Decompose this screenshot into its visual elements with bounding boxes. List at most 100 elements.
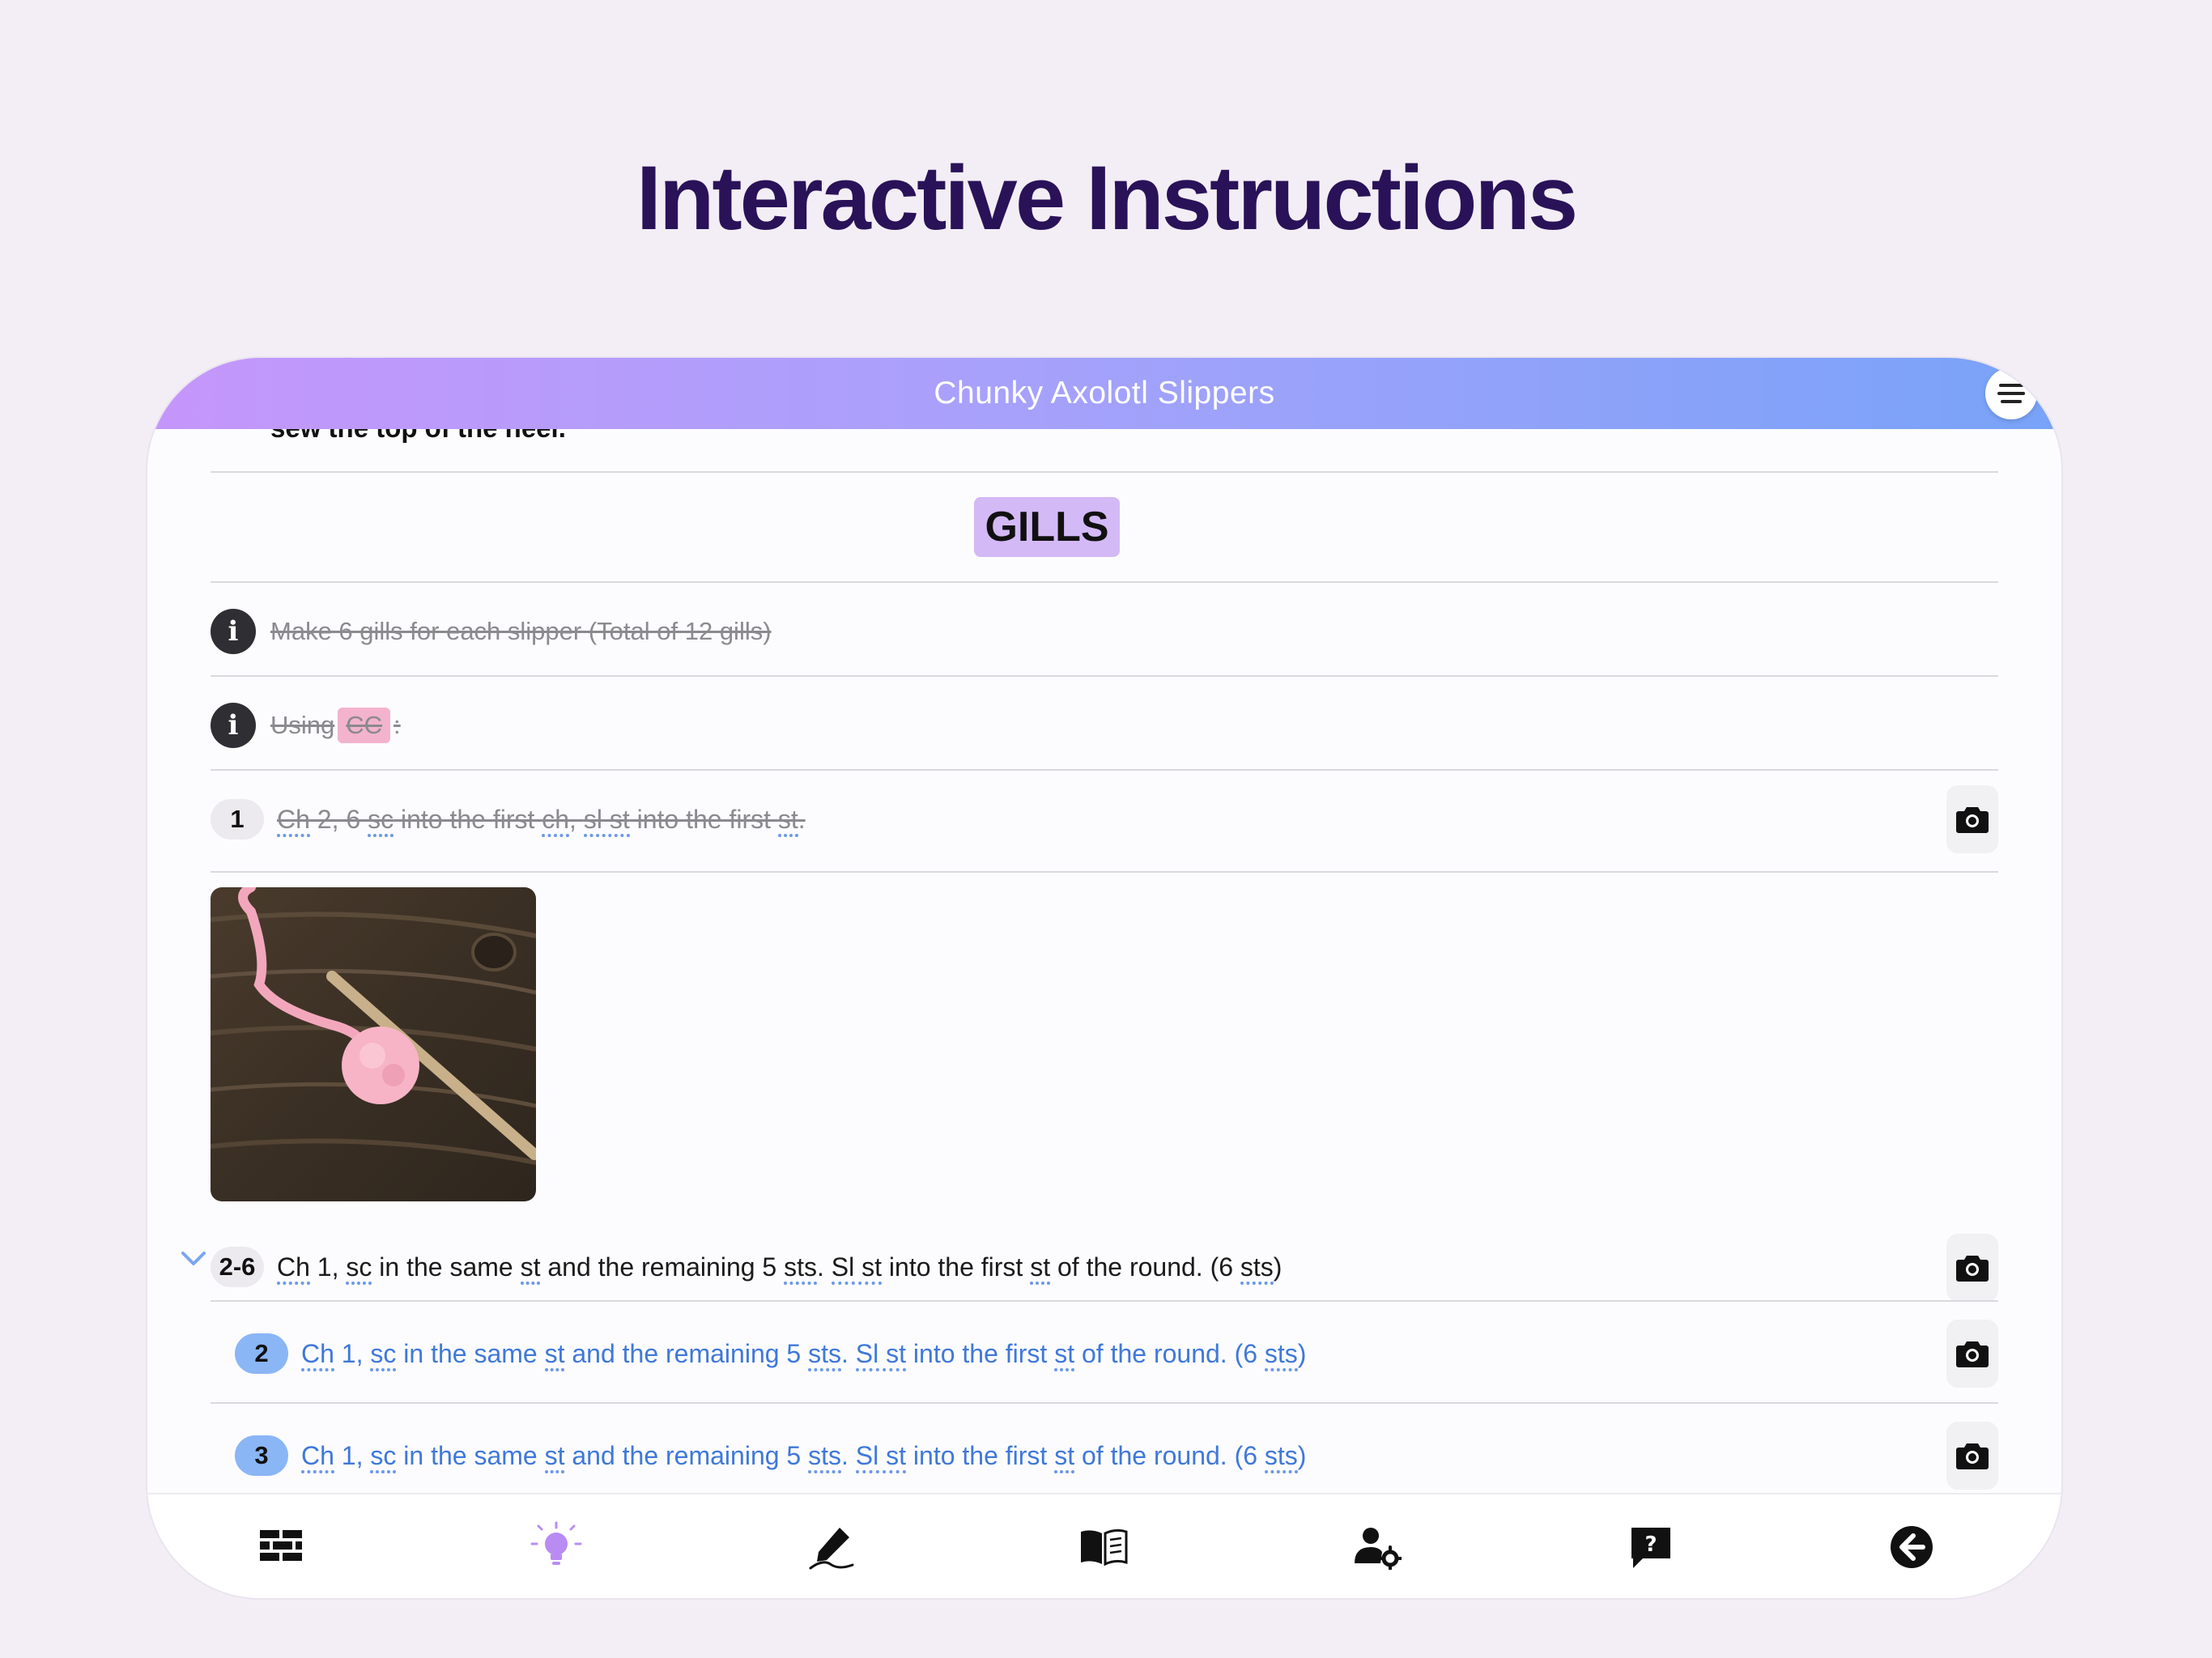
abbreviation-link[interactable]: Sl st bbox=[855, 1338, 907, 1371]
step-text-segment: into the first bbox=[906, 1440, 1055, 1470]
step-text-segment: . bbox=[841, 1338, 856, 1368]
user-settings-icon bbox=[1355, 1528, 1402, 1570]
step-text-segment: and the remaining 5 bbox=[564, 1440, 809, 1470]
lightbulb-icon bbox=[530, 1521, 582, 1565]
abbreviation-link[interactable]: sts bbox=[808, 1338, 841, 1371]
step-text-segment: in the same bbox=[396, 1338, 545, 1368]
nav-bricks[interactable] bbox=[253, 1519, 309, 1575]
step-text-segment: in the same bbox=[372, 1252, 521, 1282]
step-text-segment: of the round. (6 bbox=[1074, 1440, 1265, 1470]
abbreviation-link[interactable]: sc bbox=[346, 1252, 372, 1285]
divider bbox=[211, 769, 1998, 771]
nav-back[interactable] bbox=[1883, 1519, 1940, 1575]
abbreviation-link[interactable]: sts bbox=[1264, 1440, 1298, 1473]
divider bbox=[211, 581, 1998, 583]
abbreviation-link[interactable]: Ch bbox=[301, 1440, 334, 1473]
tablet-frame: sew the top of the heel. GILLS i Make 6 … bbox=[147, 358, 2061, 1598]
bricks-icon bbox=[260, 1530, 302, 1561]
abbreviation-link[interactable]: sts bbox=[808, 1440, 841, 1473]
divider bbox=[211, 675, 1998, 677]
camera-icon bbox=[1956, 1256, 1989, 1282]
camera-button[interactable] bbox=[1946, 1320, 1998, 1388]
step-text: Ch 1, sc in the same st and the remainin… bbox=[277, 1252, 1283, 1285]
abbreviation-link[interactable]: st bbox=[1030, 1252, 1051, 1285]
info-row-gills-count[interactable]: i Make 6 gills for each slipper (Total o… bbox=[211, 607, 772, 656]
row-number: 2-6 bbox=[211, 1247, 264, 1287]
bottom-navigation: ? bbox=[147, 1493, 2061, 1598]
step-text: Ch 1, sc in the same st and the remainin… bbox=[301, 1338, 1307, 1371]
instructions-scroll-area[interactable]: sew the top of the heel. GILLS i Make 6 … bbox=[147, 358, 2061, 1493]
divider bbox=[211, 471, 1998, 473]
step-photo[interactable] bbox=[211, 887, 536, 1201]
step-row-1[interactable]: 1 Ch 2, 6 sc into the first ch, sl st in… bbox=[211, 795, 806, 844]
abbreviation-link[interactable]: st bbox=[777, 804, 798, 837]
chevron-down-icon[interactable] bbox=[180, 1245, 207, 1273]
nav-pattern[interactable] bbox=[1075, 1519, 1132, 1575]
step-text-segment: ) bbox=[1273, 1252, 1283, 1282]
sub-step-row-2[interactable]: 2 Ch 1, sc in the same st and the remain… bbox=[235, 1329, 1306, 1378]
svg-text:?: ? bbox=[1644, 1533, 1657, 1557]
abbreviation-link[interactable]: sts bbox=[784, 1252, 817, 1285]
color-chip-cc: CC bbox=[338, 708, 391, 743]
info-text: Make 6 gills for each slipper (Total of … bbox=[270, 617, 772, 645]
nav-notes[interactable] bbox=[803, 1519, 860, 1575]
step-text: Ch 1, sc in the same st and the remainin… bbox=[301, 1440, 1306, 1473]
camera-icon bbox=[1956, 1341, 1989, 1367]
abbreviation-link[interactable]: st bbox=[520, 1252, 541, 1285]
row-number: 1 bbox=[211, 799, 264, 840]
step-text-segment: into the first bbox=[906, 1338, 1055, 1368]
info-text-suffix: : bbox=[393, 711, 401, 739]
info-icon: i bbox=[211, 609, 256, 654]
step-text-segment: . bbox=[798, 804, 806, 834]
camera-button[interactable] bbox=[1946, 785, 1998, 853]
abbreviation-link[interactable]: st bbox=[1054, 1338, 1075, 1371]
menu-icon bbox=[1999, 384, 2023, 387]
divider bbox=[211, 1402, 1998, 1404]
page-title: Interactive Instructions bbox=[636, 147, 1578, 249]
step-row-2-6[interactable]: 2-6 Ch 1, sc in the same st and the rema… bbox=[211, 1243, 1282, 1291]
sub-step-row-3[interactable]: 3 Ch 1, sc in the same st and the remain… bbox=[235, 1431, 1306, 1480]
step-text-segment: of the round. (6 bbox=[1074, 1338, 1265, 1368]
step-text-segment: into the first bbox=[882, 1252, 1031, 1282]
abbreviation-link[interactable]: st bbox=[544, 1338, 565, 1371]
abbreviation-link[interactable]: Sl st bbox=[855, 1440, 907, 1473]
step-text-segment: 2, 6 bbox=[309, 804, 368, 834]
abbreviation-link[interactable]: sl st bbox=[583, 804, 630, 837]
abbreviation-link[interactable]: sc bbox=[368, 804, 394, 837]
back-icon bbox=[1891, 1526, 1933, 1568]
step-text-segment: ) bbox=[1297, 1338, 1307, 1368]
step-text-segment: 1, bbox=[309, 1252, 347, 1282]
book-icon bbox=[1081, 1528, 1128, 1567]
abbreviation-link[interactable]: sts bbox=[1240, 1252, 1274, 1285]
row-number: 2 bbox=[235, 1333, 288, 1374]
help-icon: ? bbox=[1631, 1528, 1670, 1568]
camera-icon bbox=[1956, 1443, 1989, 1469]
step-text: Ch 2, 6 sc into the first ch, sl st into… bbox=[277, 804, 806, 837]
pen-icon bbox=[809, 1528, 854, 1570]
info-text-prefix: Using bbox=[270, 711, 335, 739]
menu-button[interactable] bbox=[1985, 368, 2037, 419]
divider bbox=[211, 871, 1998, 873]
camera-button[interactable] bbox=[1946, 1422, 1998, 1490]
abbreviation-link[interactable]: Ch bbox=[277, 1252, 310, 1285]
abbreviation-link[interactable]: sc bbox=[370, 1338, 397, 1371]
step-text-segment: of the round. (6 bbox=[1050, 1252, 1240, 1282]
abbreviation-link[interactable]: Ch bbox=[301, 1338, 334, 1371]
abbreviation-link[interactable]: sc bbox=[370, 1440, 397, 1473]
step-text-segment: 1, bbox=[334, 1440, 371, 1470]
nav-account[interactable] bbox=[1349, 1519, 1406, 1575]
abbreviation-link[interactable]: st bbox=[544, 1440, 565, 1473]
row-number: 3 bbox=[235, 1435, 288, 1476]
abbreviation-link[interactable]: ch bbox=[542, 804, 570, 837]
camera-icon bbox=[1956, 807, 1989, 833]
abbreviation-link[interactable]: Ch bbox=[277, 804, 310, 837]
camera-button[interactable] bbox=[1946, 1234, 1998, 1302]
step-text-segment: . bbox=[841, 1440, 856, 1470]
info-row-using-cc[interactable]: i Using CC : bbox=[211, 701, 401, 750]
nav-tips[interactable] bbox=[528, 1519, 585, 1575]
abbreviation-link[interactable]: Sl st bbox=[831, 1252, 883, 1285]
step-text-segment: into the first bbox=[629, 804, 778, 834]
abbreviation-link[interactable]: st bbox=[1054, 1440, 1075, 1473]
nav-help[interactable]: ? bbox=[1623, 1519, 1679, 1575]
abbreviation-link[interactable]: sts bbox=[1264, 1338, 1298, 1371]
